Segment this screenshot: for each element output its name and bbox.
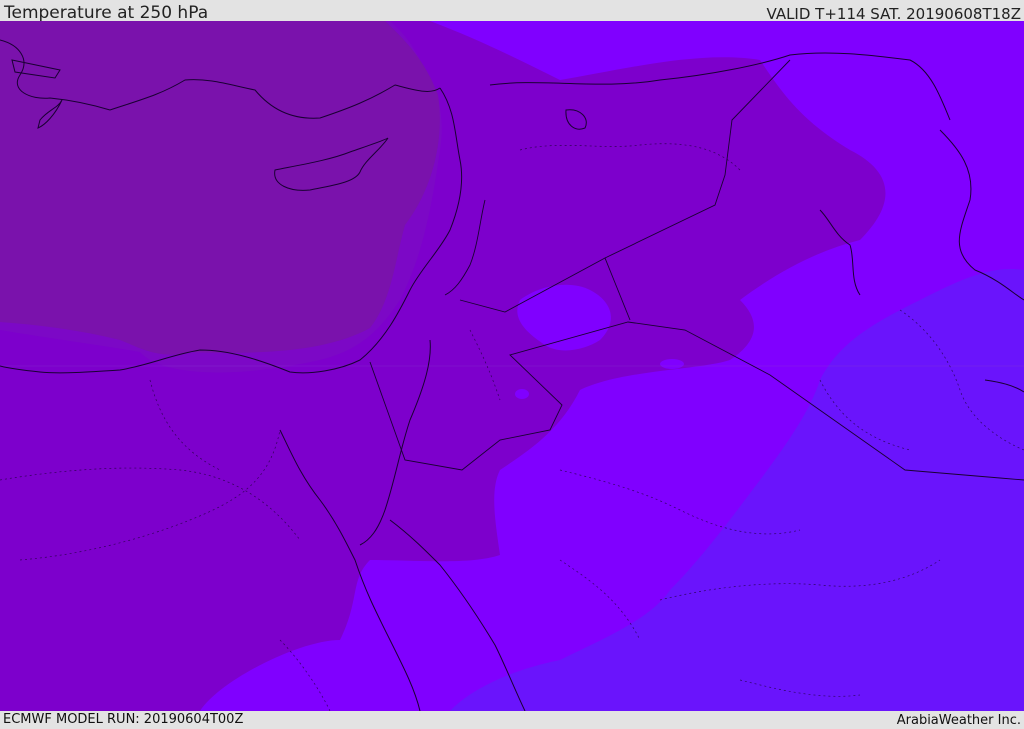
temperature-patch-4 — [660, 359, 684, 369]
footer-bar: ECMWF MODEL RUN: 20190604T00Z ArabiaWeat… — [0, 711, 1024, 729]
credit-label: ArabiaWeather Inc. — [896, 713, 1021, 728]
temperature-patch-5 — [515, 389, 529, 399]
model-run-label: ECMWF MODEL RUN: 20190604T00Z — [3, 712, 244, 727]
temperature-map-svg — [0, 21, 1024, 711]
header-bar: Temperature at 250 hPa VALID T+114 SAT. … — [0, 0, 1024, 23]
temperature-zone-coldest — [0, 21, 440, 355]
temperature-patch-3 — [958, 84, 974, 108]
map-title: Temperature at 250 hPa — [4, 3, 209, 23]
weather-map[interactable] — [0, 21, 1024, 711]
